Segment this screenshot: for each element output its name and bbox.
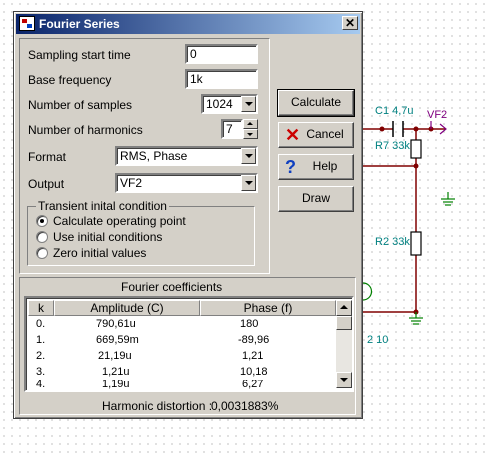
- harmonics-spinner[interactable]: [243, 119, 258, 139]
- radio-zero-initial-values[interactable]: [36, 247, 48, 259]
- partial-label: 2 10: [367, 334, 389, 346]
- table-row[interactable]: 2. 21,19u 1,21: [28, 348, 336, 364]
- close-button[interactable]: ✕: [342, 16, 358, 30]
- cell-amplitude: 790,61u: [96, 318, 136, 330]
- app-icon: [19, 16, 35, 31]
- output-value: VF2: [120, 176, 143, 190]
- capacitor-c1[interactable]: [392, 121, 404, 137]
- table-row[interactable]: 1. 669,59m -89,96: [28, 332, 336, 348]
- chevron-down-icon[interactable]: [241, 175, 256, 191]
- chevron-down-icon[interactable]: [241, 96, 256, 112]
- calculate-button[interactable]: Calculate: [277, 89, 355, 117]
- voltage-probe-vf2[interactable]: [430, 121, 447, 135]
- number-of-harmonics-input[interactable]: 7: [221, 119, 243, 139]
- resistor-r2[interactable]: [410, 231, 422, 256]
- cell-phase: 180: [240, 318, 259, 330]
- r2-label: R2 33k: [375, 236, 410, 248]
- wire-top: [363, 128, 446, 313]
- fourier-coefficients-title: Fourier coefficients: [121, 280, 223, 294]
- sampling-start-time-label: Sampling start time: [28, 48, 131, 62]
- output-label: Output: [28, 177, 65, 191]
- radio-use-initial-conditions[interactable]: [36, 231, 48, 243]
- ground-icon: [441, 192, 455, 206]
- cell-k: 3.: [36, 366, 46, 378]
- number-of-samples-value: 1024: [206, 97, 233, 111]
- cell-phase: -89,96: [238, 334, 270, 346]
- number-of-samples-label: Number of samples: [28, 98, 133, 112]
- table-row[interactable]: 3. 1,21u 10,18: [28, 364, 336, 380]
- question-mark-icon: ?: [285, 157, 296, 177]
- help-label: Help: [312, 159, 338, 173]
- zero-initial-values-label[interactable]: Zero initial values: [53, 246, 146, 260]
- number-of-harmonics-label: Number of harmonics: [28, 123, 143, 137]
- junction-dots: [379, 126, 434, 315]
- col-header-phase[interactable]: Phase (f): [200, 300, 336, 316]
- dialog-title: Fourier Series: [39, 17, 120, 31]
- base-frequency-input[interactable]: 1k: [185, 69, 258, 89]
- ground-bottom-icon: [409, 312, 423, 325]
- col-header-k[interactable]: k: [28, 300, 54, 316]
- col-header-amplitude[interactable]: Amplitude (C): [54, 300, 200, 316]
- cell-phase: 6,27: [242, 380, 264, 390]
- chevron-down-icon[interactable]: [241, 148, 256, 164]
- cell-phase: 1,21: [242, 350, 264, 362]
- titlebar[interactable]: Fourier Series ✕: [16, 14, 360, 34]
- cell-amplitude: 1,21u: [102, 366, 130, 378]
- spin-up-icon[interactable]: [243, 119, 258, 129]
- red-x-icon: ✕: [285, 125, 301, 145]
- c1-label: C1 4,7u: [375, 105, 414, 117]
- format-value: RMS, Phase: [120, 149, 188, 163]
- spin-down-icon[interactable]: [243, 129, 258, 139]
- vf2-label: VF2: [427, 109, 448, 121]
- draw-button[interactable]: Draw: [278, 186, 354, 212]
- scroll-thumb[interactable]: [336, 316, 352, 330]
- radio-calculate-operating-point[interactable]: [36, 215, 48, 227]
- calculate-operating-point-label[interactable]: Calculate operating point: [53, 214, 186, 228]
- cancel-button[interactable]: ✕ Cancel: [278, 122, 354, 148]
- cell-amplitude: 669,59m: [96, 334, 139, 346]
- cell-amplitude: 21,19u: [98, 350, 132, 362]
- scroll-down-icon[interactable]: [336, 372, 352, 388]
- table-row[interactable]: 4. 1,19u 6,27: [28, 380, 336, 390]
- output-select[interactable]: VF2: [115, 173, 258, 193]
- number-of-samples-select[interactable]: 1024: [201, 94, 258, 114]
- harmonic-distortion-label: Harmonic distortion :: [102, 399, 213, 413]
- use-initial-conditions-label[interactable]: Use initial conditions: [53, 230, 162, 244]
- help-button[interactable]: ? Help: [278, 154, 354, 180]
- r7-label: R7 33k: [375, 140, 410, 152]
- source-arc: [362, 282, 373, 301]
- sampling-start-time-input[interactable]: 0: [185, 44, 258, 64]
- scroll-up-icon[interactable]: [336, 300, 352, 316]
- fourier-table[interactable]: k Amplitude (C) Phase (f) 0. 790,61u 180…: [24, 296, 354, 392]
- cell-k: 1.: [36, 334, 46, 346]
- cell-k: 0.: [36, 318, 46, 330]
- harmonic-distortion-value: 0,0031883%: [211, 399, 279, 413]
- resistor-r7[interactable]: [410, 139, 422, 159]
- format-select[interactable]: RMS, Phase: [115, 146, 258, 166]
- cell-k: 4.: [36, 380, 46, 390]
- cell-k: 2.: [36, 350, 46, 362]
- format-label: Format: [28, 150, 67, 164]
- cell-amplitude: 1,19u: [102, 380, 130, 390]
- table-row[interactable]: 0. 790,61u 180: [28, 316, 336, 332]
- fourier-series-dialog: Fourier Series ✕ Sampling start time 0 B…: [13, 11, 363, 419]
- transient-condition-title: Transient inital condition: [36, 199, 169, 213]
- base-frequency-label: Base frequency: [28, 73, 112, 87]
- vertical-scrollbar[interactable]: [336, 300, 352, 388]
- cell-phase: 10,18: [240, 366, 268, 378]
